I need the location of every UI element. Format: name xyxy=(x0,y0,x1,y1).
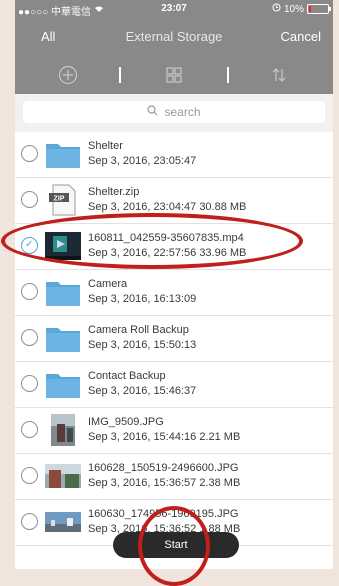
select-radio[interactable] xyxy=(21,329,38,346)
file-meta: Sep 3, 2016, 23:05:47 xyxy=(88,155,197,167)
battery-percent: 10% xyxy=(283,3,304,15)
search-placeholder: search xyxy=(164,105,201,119)
file-name: Camera Roll Backup xyxy=(88,324,189,336)
add-circle-icon[interactable] xyxy=(58,65,78,85)
toolbar xyxy=(15,56,333,94)
file-name: 160628_150519-2496600.JPG xyxy=(88,462,239,474)
grid-view-icon[interactable] xyxy=(164,65,184,85)
list-item[interactable]: Shelter Sep 3, 2016, 23:05:47 xyxy=(15,132,333,178)
list-item[interactable]: Contact Backup Sep 3, 2016, 15:46:37 xyxy=(15,362,333,408)
select-radio[interactable] xyxy=(21,467,38,484)
file-name: Shelter xyxy=(88,140,123,152)
list-item[interactable]: Camera Sep 3, 2016, 16:13:09 xyxy=(15,270,333,316)
battery-icon xyxy=(307,4,331,14)
list-item[interactable]: IMG_9509.JPG Sep 3, 2016, 15:44:16 2.21 … xyxy=(15,408,333,454)
phone-screen: ●●○○○ 中華電信 23:07 10% All External Storag… xyxy=(15,0,333,569)
select-radio[interactable] xyxy=(21,513,38,530)
search-area: search xyxy=(15,94,333,132)
battery-info: 10% xyxy=(272,3,331,15)
navigation-bar: All External Storage Cancel xyxy=(15,18,333,56)
file-name: Shelter.zip xyxy=(88,186,140,198)
photo-thumbnail xyxy=(45,414,81,446)
zip-file-icon: ZIP xyxy=(45,184,81,216)
file-meta: Sep 3, 2016, 15:36:57 2.38 MB xyxy=(88,477,241,489)
list-item[interactable]: Camera Roll Backup Sep 3, 2016, 15:50:13 xyxy=(15,316,333,362)
file-meta: Sep 3, 2016, 15:46:37 xyxy=(88,385,197,397)
file-meta: Sep 3, 2016, 23:04:47 30.88 MB xyxy=(88,201,247,213)
photo-thumbnail xyxy=(45,506,81,538)
select-radio[interactable] xyxy=(21,283,38,300)
folder-icon xyxy=(45,276,81,308)
search-input[interactable]: search xyxy=(23,101,325,123)
sort-icon[interactable] xyxy=(269,65,289,85)
status-bar: ●●○○○ 中華電信 23:07 10% xyxy=(15,0,333,18)
select-radio[interactable] xyxy=(21,145,38,162)
folder-icon xyxy=(45,322,81,354)
select-radio[interactable] xyxy=(21,191,38,208)
photo-thumbnail xyxy=(45,460,81,492)
svg-text:ZIP: ZIP xyxy=(54,196,65,203)
toolbar-divider xyxy=(227,67,229,83)
file-meta: Sep 3, 2016, 16:13:09 xyxy=(88,293,197,305)
folder-icon xyxy=(45,138,81,170)
select-radio[interactable] xyxy=(21,375,38,392)
file-name: IMG_9509.JPG xyxy=(88,416,164,428)
toolbar-divider xyxy=(119,67,121,83)
file-list: Shelter Sep 3, 2016, 23:05:47 ZIP Shelte… xyxy=(15,132,333,546)
alarm-icon xyxy=(272,3,281,15)
select-radio[interactable] xyxy=(21,421,38,438)
annotation-ellipse xyxy=(1,213,303,269)
list-item[interactable]: 160628_150519-2496600.JPG Sep 3, 2016, 1… xyxy=(15,454,333,500)
file-meta: Sep 3, 2016, 15:44:16 2.21 MB xyxy=(88,431,241,443)
cancel-button[interactable]: Cancel xyxy=(281,29,321,44)
search-icon xyxy=(147,105,158,119)
file-name: Contact Backup xyxy=(88,370,166,382)
file-meta: Sep 3, 2016, 15:50:13 xyxy=(88,339,197,351)
folder-icon xyxy=(45,368,81,400)
file-name: Camera xyxy=(88,278,128,290)
annotation-ellipse xyxy=(138,506,210,586)
